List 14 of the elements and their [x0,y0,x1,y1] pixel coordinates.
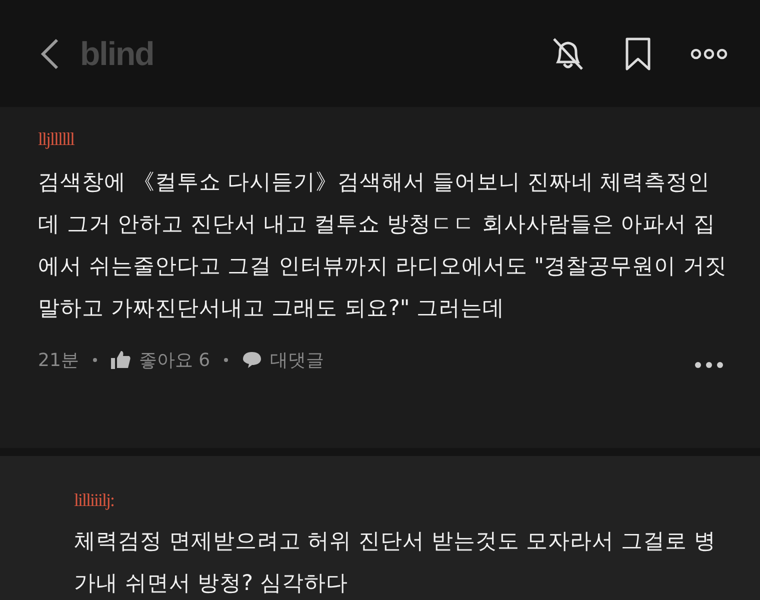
speech-bubble-icon[interactable] [242,351,262,369]
back-icon[interactable] [40,38,60,70]
bell-off-icon[interactable] [550,36,586,72]
author-name[interactable]: lljllllll [38,129,724,150]
comment-time: 21분 [38,349,79,372]
reply-text: 체력검정 면제받으려고 허위 진단서 받는것도 모자라서 그걸로 병가내 쉬면서 방청? 심각하다 [74,528,717,598]
bookmark-icon[interactable] [624,36,652,70]
like-count[interactable]: 좋아요 6 [138,348,210,372]
author-name[interactable]: lilliiilj: [74,490,724,511]
thumbs-up-icon[interactable] [110,351,131,369]
more-icon[interactable] [694,361,724,369]
reply-link[interactable]: 대댓글 [270,348,324,372]
more-icon[interactable] [690,48,728,60]
comment-text: 검색창에 《컬투쇼 다시듣기》검색해서 들어보니 진짜네 체력측정인데 그거 안하고 진단서 내고 컬투쇼 방청ㄷㄷ 회사사람들은 아파서 집에서 쉬는줄안다고 그걸 인터뷰까지 라디오에서도 "경찰공무원이 거짓말하고 가짜진단서내고 그래도 되요?" 그러는데 [38,169,728,323]
